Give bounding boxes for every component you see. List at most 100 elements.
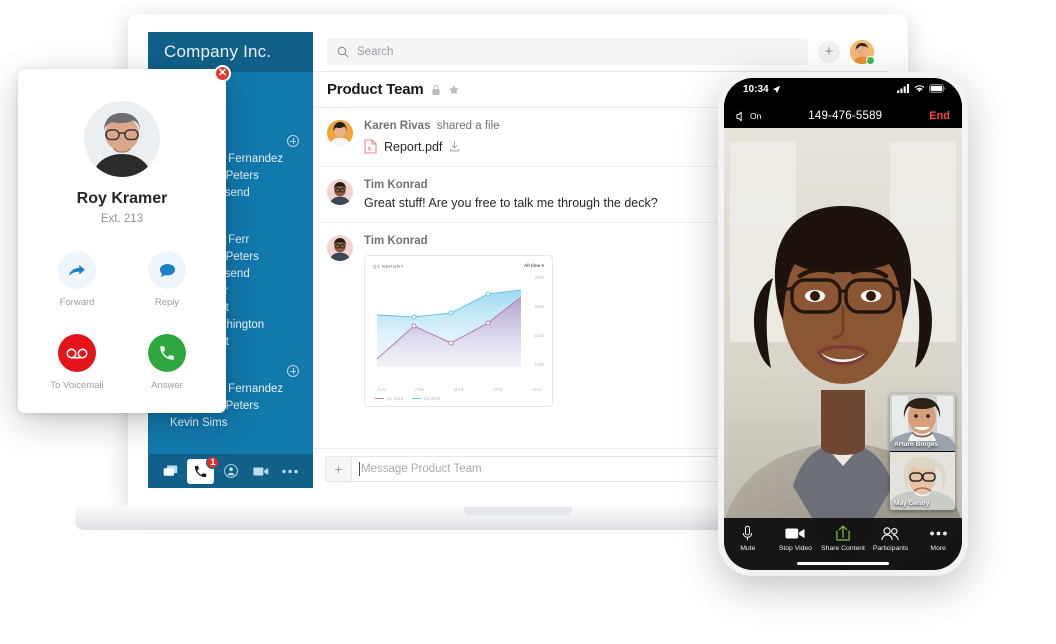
incoming-call-popup: ✕ Roy Kramer Ext. 213 Forward Reply To V… [18,65,231,413]
microphone-icon [725,524,771,542]
to-voicemail-button[interactable]: To Voicemail [49,334,105,391]
stop-video-button[interactable]: Stop Video [772,524,818,552]
download-icon[interactable] [449,141,460,152]
messages-tab[interactable] [158,459,184,483]
status-right [897,84,946,93]
people-icon [868,524,914,542]
legend-swatch [412,397,422,400]
phone-handset-icon [160,346,174,360]
contact-icon [224,464,238,478]
chart-title: Q1 REPORT [373,263,405,269]
caller-photo [84,101,160,177]
chart-x-axis: JAN FEB MAR APR MAY [373,387,544,392]
forward-arrow-icon [68,264,85,276]
y-tick: 1500 [534,333,544,338]
legend-label: Q1 2018 [387,396,404,401]
voicemail-icon [66,348,88,358]
chart-plot: 2400 2000 1500 1000 [373,271,544,387]
answer-label: Answer [151,380,183,391]
cellular-bars-icon [897,84,909,93]
y-tick: 2000 [534,304,544,309]
speaker-label: On [750,111,762,121]
participant-thumbnail[interactable]: Arturo Borges [890,394,955,452]
message-bubble-icon [159,263,175,277]
speaker-icon [736,111,742,121]
status-time: 10:34 [743,84,769,95]
participant-thumbnails[interactable]: Arturo Borges May Gentry [890,394,955,510]
presence-indicator [866,55,875,65]
add-team-icon[interactable] [287,364,299,377]
call-number: 149-476-5589 [808,110,883,122]
wifi-icon [914,85,925,92]
call-actions-primary: Forward Reply [18,251,226,308]
end-call-button[interactable]: End [929,110,950,122]
call-topbar: On 149-476-5589 End [724,104,962,128]
share-content-button[interactable]: Share Content [820,524,866,552]
chart-range-label: All time [523,263,541,268]
sidebar-item-team[interactable]: Kevin Sims [148,414,313,431]
mute-button[interactable]: Mute [725,524,771,552]
share-up-icon [820,524,866,542]
battery-icon [929,84,946,93]
legend-label: Q1 2019 [424,396,441,401]
forward-label: Forward [59,297,95,308]
chat-icon [163,465,178,476]
chart-legend: Q1 2018 Q1 2019 [373,396,544,401]
reply-button-circle [148,251,186,289]
new-item-button[interactable]: + [818,40,840,63]
reply-label: Reply [154,297,180,308]
legend-swatch [375,397,384,400]
search-placeholder: Search [357,45,394,58]
add-people-icon[interactable] [287,134,299,147]
chart-header: Q1 REPORT All time ▾ [373,263,544,269]
avatar [327,120,353,146]
x-tick: APR [493,387,503,392]
attach-button[interactable]: + [326,456,352,481]
app-topbar: Search + [313,32,888,72]
x-tick: MAR [453,387,464,392]
phone-tab[interactable]: 1 [187,455,220,484]
phone-screen: 10:34 On 149-476-5589 End Arturo Borges … [724,78,962,570]
more-button[interactable]: More [915,524,961,552]
ellipsis-icon [915,524,961,542]
more-tab[interactable] [277,459,303,483]
y-tick: 1000 [534,362,544,367]
search-input[interactable]: Search [327,38,808,65]
forward-button-circle [58,251,96,289]
participants-label: Participants [872,545,909,552]
y-tick: 2400 [534,275,544,280]
video-camera-icon [772,524,818,542]
file-name: Report.pdf [384,139,443,154]
call-actions-secondary: To Voicemail Answer [18,334,226,391]
video-tab[interactable] [248,459,274,483]
chart-range-selector[interactable]: All time ▾ [524,263,544,269]
more-label: More [930,545,946,552]
answer-button[interactable]: Answer [139,334,195,391]
contacts-tab[interactable] [218,459,244,483]
message-action: shared a file [436,120,500,132]
home-indicator [797,562,889,565]
stop-video-label: Stop Video [778,545,812,552]
lock-icon [431,84,440,95]
forward-call-button[interactable]: Forward [49,251,105,308]
svg-text:A: A [367,147,371,153]
area-chart-svg [376,289,522,367]
text-caret [359,461,360,476]
legend-item: Q1 2018 [375,396,403,401]
participant-thumbnail[interactable]: May Gentry [890,452,955,510]
page-title: Product Team [327,81,424,98]
phone-notch [791,78,895,98]
x-tick: FEB [415,387,425,392]
user-avatar[interactable] [850,39,875,65]
message-input-placeholder: Message Product Team [361,462,482,475]
speaker-toggle[interactable]: On [736,111,761,122]
star-icon[interactable] [448,84,460,96]
voicemail-label: To Voicemail [50,380,104,391]
sidebar-tabbar: 1 [148,454,313,488]
reply-call-button[interactable]: Reply [139,251,195,308]
participants-button[interactable]: Participants [868,524,914,552]
chart-attachment[interactable]: Q1 REPORT All time ▾ 2400 2000 1500 1000… [364,255,553,407]
x-tick: MAY [532,387,542,392]
legend-item: Q1 2019 [412,396,440,401]
close-icon[interactable]: ✕ [214,65,231,82]
